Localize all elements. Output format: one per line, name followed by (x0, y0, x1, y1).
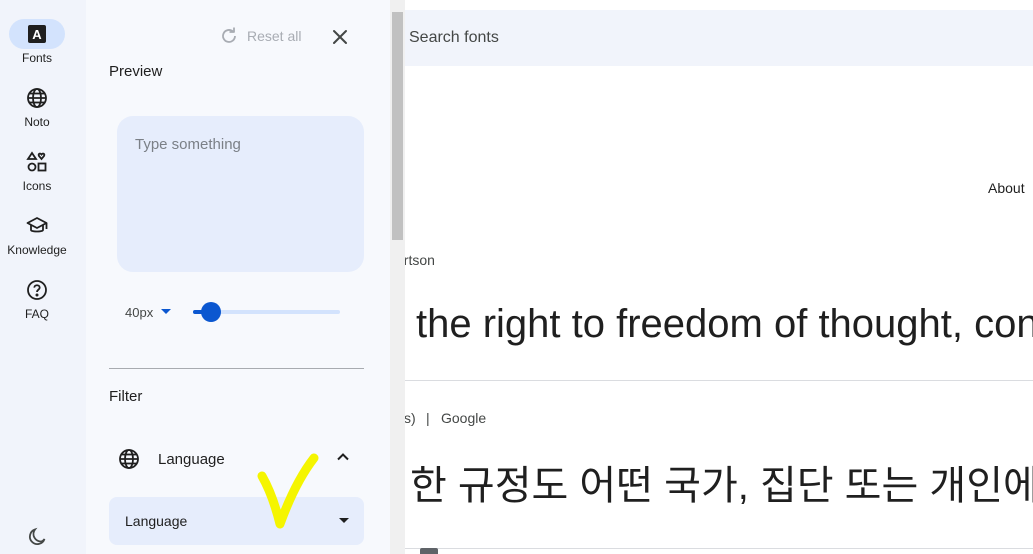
language-select-label: Language (125, 513, 188, 529)
rail-label: FAQ (24, 307, 49, 321)
shapes-icon (9, 147, 65, 177)
close-drawer-button[interactable] (328, 25, 352, 49)
rail-item-knowledge[interactable]: Knowledge (0, 211, 74, 257)
nav-rail: A Fonts Noto Icons Knowledge FAQ (0, 0, 86, 554)
section-divider (109, 368, 364, 369)
font-card-designer-suffix: s) (405, 410, 416, 426)
rail-label: Fonts (21, 51, 52, 65)
font-card-designer[interactable]: Google (441, 410, 486, 426)
rail-label: Knowledge (7, 243, 67, 257)
globe-icon (9, 83, 65, 113)
drawer-scrollbar-thumb[interactable] (392, 12, 403, 240)
rail-item-faq[interactable]: FAQ (0, 275, 74, 321)
font-size-slider-thumb[interactable] (201, 302, 221, 322)
partial-icon (420, 548, 438, 554)
filter-title: Filter (109, 388, 143, 405)
rail-label: Noto (24, 115, 50, 129)
font-list: ertson the right to freedom of thought, … (405, 0, 1033, 554)
preview-title: Preview (109, 63, 163, 80)
font-card-separator: | (426, 410, 430, 426)
preview-text-input[interactable] (117, 116, 364, 272)
font-card-designer: ertson (405, 252, 435, 268)
school-icon (9, 211, 65, 241)
card-divider (405, 548, 1033, 549)
refresh-icon (222, 27, 236, 43)
caret-down-icon (339, 518, 349, 523)
font-size-value: 40px (125, 304, 154, 320)
font-card-sample[interactable]: the right to freedom of thought, con (416, 304, 1033, 344)
chevron-up-icon (337, 453, 349, 461)
drawer-scrollbar[interactable] (390, 0, 405, 554)
dark-mode-icon (29, 527, 46, 545)
rail-item-fonts[interactable]: A Fonts (0, 19, 74, 65)
caret-down-icon (161, 309, 172, 314)
dark-mode-toggle[interactable] (25, 525, 49, 549)
font-card-sample[interactable]: 한 규정도 어떤 국가, 집단 또는 개인에게 (410, 466, 1033, 506)
rail-item-noto[interactable]: Noto (0, 83, 74, 129)
close-icon (333, 30, 347, 44)
help-icon (9, 275, 65, 305)
app-root: A Fonts Noto Icons Knowledge FAQ Reset a… (0, 0, 1033, 554)
font-size-select[interactable]: 40px (125, 302, 172, 322)
language-section-toggle[interactable]: Language (118, 446, 364, 472)
rail-label: Icons (22, 179, 52, 193)
reset-all-button[interactable]: Reset all (219, 24, 301, 48)
font-size-slider[interactable] (193, 302, 340, 322)
language-section-label: Language (158, 450, 225, 468)
fonts-icon: A (9, 19, 65, 49)
language-select[interactable]: Language (109, 497, 364, 545)
card-divider (405, 380, 1033, 381)
globe-icon (119, 449, 139, 469)
rail-item-icons[interactable]: Icons (0, 147, 74, 193)
svg-text:A: A (32, 27, 42, 42)
reset-all-label: Reset all (247, 28, 302, 44)
